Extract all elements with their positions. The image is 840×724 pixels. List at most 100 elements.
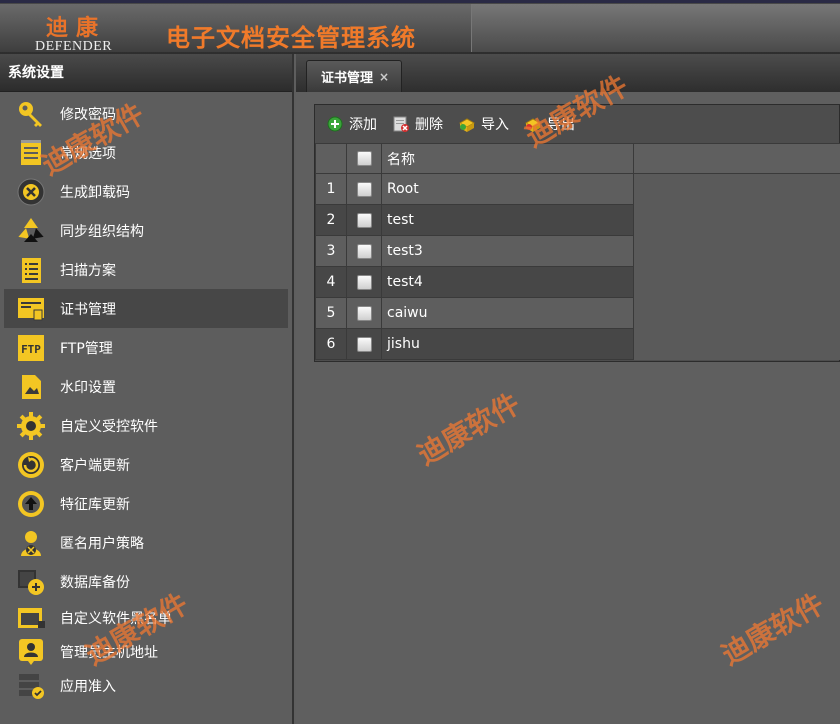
import-button[interactable]: 导入: [457, 114, 509, 134]
export-button[interactable]: 导出: [523, 114, 575, 134]
toolbar: 添加 删除 导入 导出: [315, 105, 839, 143]
certificate-icon: [16, 294, 46, 324]
row-number: 3: [315, 235, 347, 267]
app-header: 迪康 DEFENDER 电子文档安全管理系统: [0, 0, 840, 54]
sidebar-item-label: 自定义受控软件: [60, 418, 158, 435]
delete-icon: [391, 114, 411, 134]
sidebar-item-1[interactable]: 修改密码: [0, 94, 292, 133]
sidebar-item-label: 同步组织结构: [60, 223, 144, 240]
tab-bar: 证书管理 ×: [296, 54, 840, 92]
row-filler: [633, 173, 840, 205]
database-add-icon: [16, 567, 46, 597]
notepad-icon: [16, 138, 46, 168]
table-row[interactable]: 1 Root: [315, 173, 840, 205]
uninstall-x-icon: [16, 177, 46, 207]
row-checkbox[interactable]: [356, 181, 372, 197]
row-name: Root: [381, 173, 634, 205]
sidebar-item-label: 自定义软件黑名单: [60, 611, 172, 627]
row-number: 1: [315, 173, 347, 205]
table-row[interactable]: 6 jishu: [315, 328, 840, 360]
sidebar-item-4[interactable]: 同步组织结构: [0, 211, 292, 250]
sidebar-item-label: 应用准入: [60, 679, 116, 695]
table-body: 1 Root 2 test 3 test3 4 test4 5 caiwu 6 jishu: [315, 173, 840, 360]
brand-banner: 迪康 DEFENDER 电子文档安全管理系统: [0, 4, 472, 54]
sidebar-item-11[interactable]: 特征库更新: [0, 484, 292, 523]
sidebar-item-16[interactable]: 应用准入: [0, 669, 292, 703]
sidebar-item-15[interactable]: 管理员主机地址: [0, 635, 292, 669]
sidebar-item-7[interactable]: FTP FTP管理: [0, 328, 292, 367]
anonymous-user-icon: [16, 528, 46, 558]
export-label: 导出: [547, 117, 575, 133]
tab-certificate-management[interactable]: 证书管理 ×: [306, 60, 403, 92]
gear-icon: [16, 411, 46, 441]
import-icon: [457, 114, 477, 134]
blacklist-window-icon: [16, 603, 46, 633]
header-name[interactable]: 名称: [381, 143, 634, 174]
row-checkbox-cell: [346, 204, 382, 236]
logo-english: DEFENDER: [35, 39, 113, 54]
row-filler: [633, 328, 840, 360]
app-access-icon: [16, 671, 46, 701]
sidebar-item-label: 特征库更新: [60, 496, 130, 513]
refresh-circle-icon: [16, 450, 46, 480]
row-checkbox[interactable]: [356, 336, 372, 352]
sidebar-item-5[interactable]: 扫描方案: [0, 250, 292, 289]
select-all-checkbox[interactable]: [356, 151, 372, 166]
sidebar-item-9[interactable]: 自定义受控软件: [0, 406, 292, 445]
row-checkbox[interactable]: [356, 212, 372, 228]
sidebar-item-label: FTP管理: [60, 340, 113, 357]
sidebar-item-14[interactable]: 自定义软件黑名单: [0, 601, 292, 635]
table-header-row: 名称: [315, 143, 840, 174]
row-filler: [633, 266, 840, 298]
row-checkbox[interactable]: [356, 274, 372, 290]
header-select-all: [346, 143, 382, 174]
row-name: test4: [381, 266, 634, 298]
row-number: 5: [315, 297, 347, 329]
certificate-table: 名称 1 Root 2 test 3 test3 4 test4 5 caiwu 6 jishu: [315, 143, 840, 360]
certificate-panel: 添加 删除 导入 导出 名称 1 Root 2 test 3 test3 4 t…: [314, 104, 840, 362]
key-icon: [16, 99, 46, 129]
sidebar-item-6[interactable]: 证书管理: [4, 289, 288, 328]
sidebar-item-label: 生成卸载码: [60, 184, 130, 201]
row-number: 4: [315, 266, 347, 298]
sidebar-item-label: 扫描方案: [60, 262, 116, 279]
table-row[interactable]: 2 test: [315, 204, 840, 236]
row-checkbox[interactable]: [356, 243, 372, 259]
table-row[interactable]: 5 caiwu: [315, 297, 840, 329]
header-topline: [0, 0, 840, 3]
row-name: jishu: [381, 328, 634, 360]
sidebar-item-2[interactable]: 常规选项: [0, 133, 292, 172]
row-checkbox-cell: [346, 328, 382, 360]
row-checkbox-cell: [346, 266, 382, 298]
row-number: 2: [315, 204, 347, 236]
sidebar-item-12[interactable]: 匿名用户策略: [0, 523, 292, 562]
sidebar-item-13[interactable]: 数据库备份: [0, 562, 292, 601]
row-checkbox[interactable]: [356, 305, 372, 321]
sidebar-item-label: 证书管理: [60, 301, 116, 318]
watermark-doc-icon: [16, 372, 46, 402]
app-title: 电子文档安全管理系统: [166, 24, 416, 52]
tab-close-icon[interactable]: ×: [379, 70, 389, 84]
header-filler: [633, 143, 840, 174]
row-name: test3: [381, 235, 634, 267]
row-checkbox-cell: [346, 173, 382, 205]
row-number: 6: [315, 328, 347, 360]
tab-label: 证书管理: [321, 71, 374, 86]
add-button[interactable]: 添加: [325, 114, 377, 134]
sidebar-item-label: 管理员主机地址: [60, 645, 158, 661]
delete-button[interactable]: 删除: [391, 114, 443, 134]
table-row[interactable]: 3 test3: [315, 235, 840, 267]
svg-text:FTP: FTP: [21, 343, 41, 356]
logo-chinese: 迪康: [46, 15, 107, 41]
sync-recycle-icon: [16, 216, 46, 246]
table-row[interactable]: 4 test4: [315, 266, 840, 298]
row-filler: [633, 235, 840, 267]
sidebar-item-8[interactable]: 水印设置: [0, 367, 292, 406]
row-filler: [633, 297, 840, 329]
sidebar-item-3[interactable]: 生成卸载码: [0, 172, 292, 211]
sidebar-item-10[interactable]: 客户端更新: [0, 445, 292, 484]
delete-label: 删除: [415, 117, 443, 133]
app-window: 迪康 DEFENDER 电子文档安全管理系统 系统设置 修改密码 常规选项 生成卸载…: [0, 0, 840, 724]
sidebar-item-label: 数据库备份: [60, 574, 130, 591]
sidebar-item-label: 常规选项: [60, 145, 116, 162]
